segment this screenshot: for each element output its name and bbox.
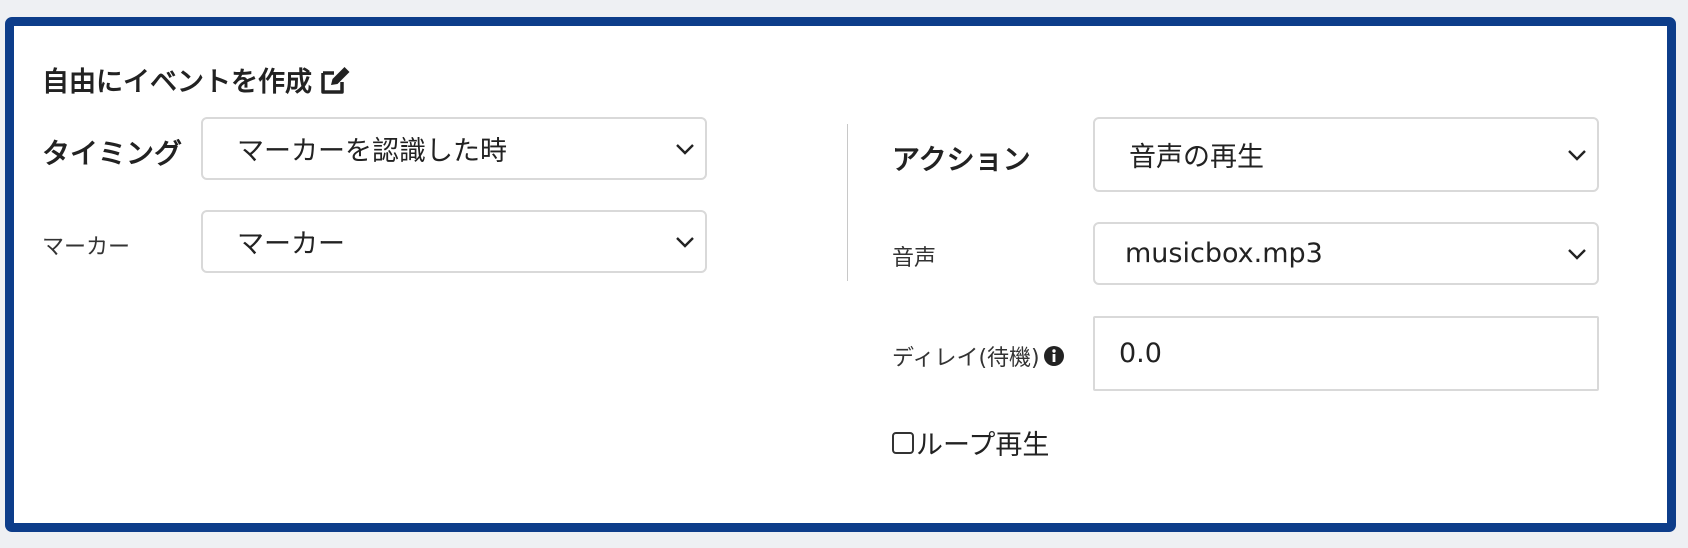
timing-label: タイミング [42,137,183,170]
chevron-down-icon [676,143,694,155]
column-divider [847,124,848,281]
edit-icon[interactable] [320,65,352,95]
info-icon[interactable] [1043,345,1065,373]
timing-select-value: マーカーを認識した時 [237,136,507,167]
marker-select-value: マーカー [237,229,345,260]
action-select[interactable]: 音声の再生 [1093,117,1599,192]
timing-select[interactable]: マーカーを認識した時 [201,117,707,180]
chevron-down-icon [676,236,694,248]
marker-label: マーカー [42,235,131,260]
event-editor-panel: 自由にイベントを作成 タイミング マーカーを認識した時 マーカー マーカー アク… [5,17,1676,532]
panel-heading: 自由にイベントを作成 [42,60,352,99]
chevron-down-icon [1568,149,1586,161]
delay-label: ディレイ(待機) [892,346,1040,371]
loop-checkbox-row[interactable]: ループ再生 [892,423,1049,462]
action-label: アクション [892,143,1031,176]
delay-input[interactable]: 0.0 [1093,316,1599,391]
marker-select[interactable]: マーカー [201,210,707,273]
sound-select[interactable]: musicbox.mp3 [1093,222,1599,285]
sound-select-value: musicbox.mp3 [1125,238,1323,269]
loop-checkbox[interactable] [892,431,914,454]
loop-label[interactable]: ループ再生 [916,423,1049,462]
panel-title: 自由にイベントを作成 [42,67,312,98]
action-select-value: 音声の再生 [1129,142,1264,173]
chevron-down-icon [1568,248,1586,260]
delay-input-value: 0.0 [1119,338,1162,369]
sound-label: 音声 [892,246,937,271]
delay-label-group: ディレイ(待機) [892,340,1065,373]
